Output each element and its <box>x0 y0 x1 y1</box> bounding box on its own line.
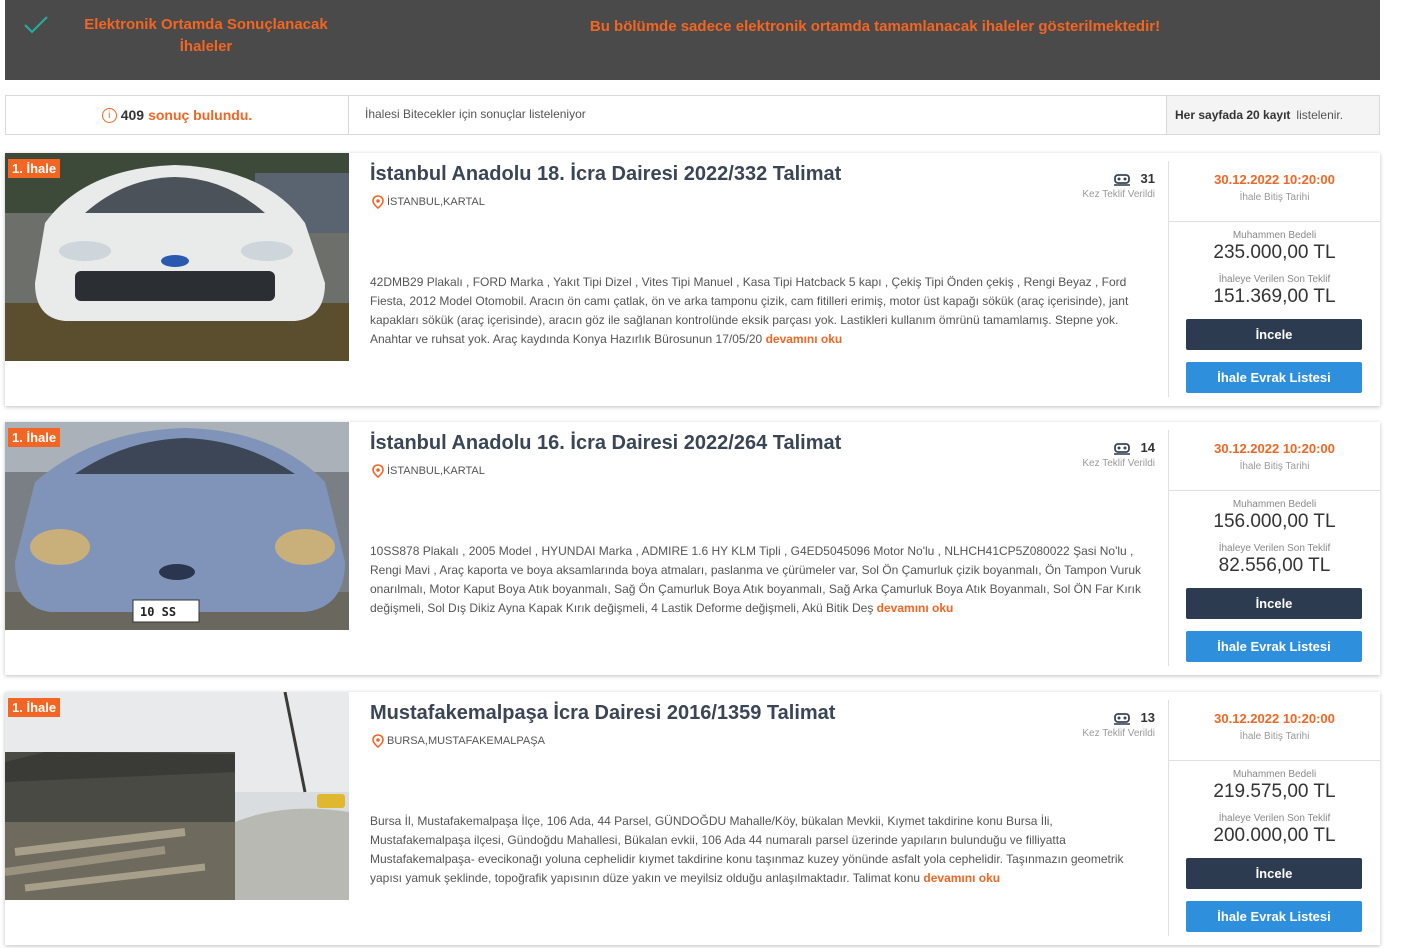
last-bid-value: 200.000,00 TL <box>1213 825 1336 846</box>
bid-count: 14 Kez Teklif Verildi <box>1065 440 1155 469</box>
auction-description: 42DMB29 Plakalı , FORD Marka , Yakıt Tip… <box>370 273 1145 349</box>
description-text: Bursa İl, Mustafakemalpaşa İlçe, 106 Ada… <box>370 814 1124 885</box>
location-pin-icon <box>372 464 384 478</box>
divider <box>1169 760 1380 761</box>
land-parcel-photo[interactable] <box>5 692 349 900</box>
end-date: 30.12.2022 10:20:00 <box>1214 172 1335 187</box>
auction-tag: 1. İhale <box>8 698 61 717</box>
auction-summary: 30.12.2022 10:20:00 İhale Bitiş Tarihi M… <box>1169 692 1380 945</box>
auction-description: Bursa İl, Mustafakemalpaşa İlçe, 106 Ada… <box>370 812 1145 888</box>
end-date: 30.12.2022 10:20:00 <box>1214 441 1335 456</box>
last-bid-value: 151.369,00 TL <box>1213 286 1336 307</box>
location-text: İSTANBUL,KARTAL <box>387 465 485 477</box>
inspect-button[interactable]: İncele <box>1186 319 1362 350</box>
read-more-link[interactable]: devamını oku <box>877 601 954 615</box>
auction-summary: 30.12.2022 10:20:00 İhale Bitiş Tarihi M… <box>1169 153 1380 406</box>
location-pin-icon <box>372 734 384 748</box>
bid-count-number: 31 <box>1140 171 1155 186</box>
documents-button[interactable]: İhale Evrak Listesi <box>1186 362 1362 393</box>
check-icon <box>24 16 48 34</box>
auction-card: 10 SS 1. İhale İstanbul Anadolu 16. İcra… <box>5 422 1380 675</box>
per-page-bold: Her sayfada 20 kayıt <box>1175 108 1291 122</box>
bid-count: 31 Kez Teklif Verildi <box>1065 171 1155 200</box>
blue-car-photo[interactable]: 10 SS <box>5 422 349 630</box>
location-text: BURSA,MUSTAFAKEMALPAŞA <box>387 735 545 747</box>
bid-count-number: 14 <box>1140 440 1155 455</box>
auction-location: İSTANBUL,KARTAL <box>372 464 485 478</box>
auction-title[interactable]: İstanbul Anadolu 16. İcra Dairesi 2022/2… <box>370 432 841 455</box>
description-text: 10SS878 Plakalı , 2005 Model , HYUNDAI M… <box>370 544 1142 615</box>
estimated-value: 235.000,00 TL <box>1213 242 1336 263</box>
results-bar: i 409 sonuç bulundu. İhalesi Bitecekler … <box>5 95 1380 135</box>
result-count-suffix: sonuç bulundu. <box>148 107 253 123</box>
header-banner: Elektronik Ortamda Sonuçlanacak İhaleler… <box>5 0 1380 80</box>
estimated-label: Muhammen Bedeli <box>1232 230 1317 241</box>
gavel-icon <box>1113 173 1130 186</box>
estimated-value: 219.575,00 TL <box>1213 781 1336 802</box>
documents-button[interactable]: İhale Evrak Listesi <box>1186 901 1362 932</box>
white-car-photo[interactable] <box>5 153 349 361</box>
documents-button[interactable]: İhale Evrak Listesi <box>1186 631 1362 662</box>
location-pin-icon <box>372 195 384 209</box>
read-more-link[interactable]: devamını oku <box>766 332 843 346</box>
estimated-label: Muhammen Bedeli <box>1232 769 1317 780</box>
end-date-label: İhale Bitiş Tarihi <box>1239 731 1310 742</box>
read-more-link[interactable]: devamını oku <box>923 871 1000 885</box>
auction-card: 1. İhale İstanbul Anadolu 18. İcra Daire… <box>5 153 1380 406</box>
gavel-icon <box>1113 712 1130 725</box>
estimated-label: Muhammen Bedeli <box>1232 499 1317 510</box>
auction-summary: 30.12.2022 10:20:00 İhale Bitiş Tarihi M… <box>1169 422 1380 675</box>
last-bid-label: İhaleye Verilen Son Teklif <box>1218 813 1331 824</box>
estimated-value: 156.000,00 TL <box>1213 511 1336 532</box>
per-page-suffix: listelenir. <box>1296 108 1344 122</box>
last-bid-value: 82.556,00 TL <box>1218 555 1331 576</box>
result-count: i 409 sonuç bulundu. <box>6 96 349 134</box>
bid-count: 13 Kez Teklif Verildi <box>1065 710 1155 739</box>
auction-title[interactable]: İstanbul Anadolu 18. İcra Dairesi 2022/3… <box>370 163 841 186</box>
auction-location: BURSA,MUSTAFAKEMALPAŞA <box>372 734 545 748</box>
auction-location: İSTANBUL,KARTAL <box>372 195 485 209</box>
last-bid-label: İhaleye Verilen Son Teklif <box>1218 274 1331 285</box>
auction-title[interactable]: Mustafakemalpaşa İcra Dairesi 2016/1359 … <box>370 702 835 725</box>
filter-text: İhalesi Bitecekler için sonuçlar listele… <box>365 107 586 121</box>
per-page-selector[interactable]: Her sayfada 20 kayıt listelenir. <box>1166 96 1379 134</box>
description-text: 42DMB29 Plakalı , FORD Marka , Yakıt Tip… <box>370 275 1129 346</box>
auction-card: 1. İhale Mustafakemalpaşa İcra Dairesi 2… <box>5 692 1380 945</box>
info-icon: i <box>101 107 117 123</box>
last-bid-label: İhaleye Verilen Son Teklif <box>1218 543 1331 554</box>
inspect-button[interactable]: İncele <box>1186 588 1362 619</box>
banner-title: Elektronik Ortamda Sonuçlanacak İhaleler <box>84 16 328 55</box>
end-date-label: İhale Bitiş Tarihi <box>1239 461 1310 472</box>
end-date: 30.12.2022 10:20:00 <box>1214 711 1335 726</box>
gavel-icon <box>1113 442 1130 455</box>
auction-tag: 1. İhale <box>8 428 61 447</box>
location-text: İSTANBUL,KARTAL <box>387 196 485 208</box>
auction-tag: 1. İhale <box>8 159 61 178</box>
divider <box>1169 490 1380 491</box>
bid-count-label: Kez Teklif Verildi <box>1082 458 1155 469</box>
divider <box>1169 221 1380 222</box>
bid-count-label: Kez Teklif Verildi <box>1082 728 1155 739</box>
end-date-label: İhale Bitiş Tarihi <box>1239 192 1310 203</box>
bid-count-number: 13 <box>1140 710 1155 725</box>
banner-message: Bu bölümde sadece elektronik ortamda tam… <box>589 18 1161 35</box>
result-count-number: 409 <box>120 107 145 123</box>
inspect-button[interactable]: İncele <box>1186 858 1362 889</box>
bid-count-label: Kez Teklif Verildi <box>1082 189 1155 200</box>
auction-description: 10SS878 Plakalı , 2005 Model , HYUNDAI M… <box>370 542 1145 618</box>
svg-text:10 SS: 10 SS <box>140 605 176 619</box>
